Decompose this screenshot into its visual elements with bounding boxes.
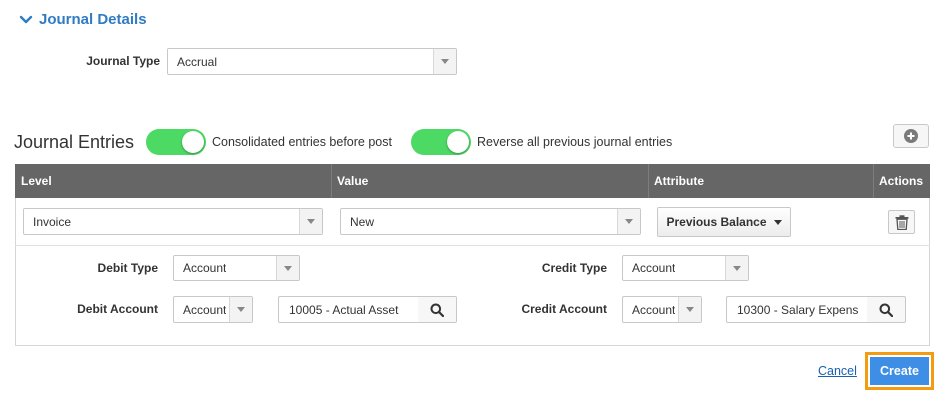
chevron-down-icon xyxy=(617,209,640,234)
chevron-down-icon xyxy=(725,256,748,280)
chevron-down-icon[interactable] xyxy=(18,12,34,28)
debit-account-label: Debit Account xyxy=(77,302,158,316)
credit-type-value: Account xyxy=(632,261,676,275)
credit-type-label: Credit Type xyxy=(541,261,607,275)
debit-account-search-button[interactable] xyxy=(418,296,457,323)
credit-type-select[interactable]: Account xyxy=(622,255,749,281)
reverse-toggle[interactable] xyxy=(411,129,471,155)
toggle-knob xyxy=(182,131,204,153)
header-actions: Actions xyxy=(879,174,924,188)
consolidated-toggle[interactable] xyxy=(146,129,206,155)
row-divider xyxy=(15,245,930,246)
section-title[interactable]: Journal Details xyxy=(39,11,147,28)
debit-type-select[interactable]: Account xyxy=(173,255,300,281)
add-entry-button[interactable] xyxy=(893,124,929,148)
journal-type-select[interactable]: Accrual xyxy=(167,48,457,75)
level-value: Invoice xyxy=(33,214,72,229)
header-divider xyxy=(331,164,332,198)
consolidated-toggle-label: Consolidated entries before post xyxy=(212,135,392,149)
debit-type-value: Account xyxy=(183,261,227,275)
toggle-knob xyxy=(447,131,469,153)
header-value: Value xyxy=(337,174,369,188)
chevron-down-icon xyxy=(678,297,701,322)
chevron-down-icon xyxy=(299,209,322,234)
attribute-button-label: Previous Balance xyxy=(666,215,767,229)
trash-icon xyxy=(895,214,908,230)
chevron-down-icon xyxy=(229,297,252,322)
chevron-down-icon xyxy=(433,49,456,74)
level-select[interactable]: Invoice xyxy=(23,208,323,235)
credit-account-select-value: Account xyxy=(632,302,676,317)
attribute-dropdown-button[interactable]: Previous Balance xyxy=(657,207,791,237)
value-select[interactable]: New xyxy=(340,208,641,235)
create-button[interactable]: Create xyxy=(870,357,929,385)
journal-entries-title: Journal Entries xyxy=(14,132,135,152)
journal-type-value: Accrual xyxy=(177,54,218,69)
credit-account-label: Credit Account xyxy=(521,302,607,316)
value-value: New xyxy=(350,214,375,229)
reverse-toggle-label: Reverse all previous journal entries xyxy=(477,135,673,149)
debit-type-label: Debit Type xyxy=(97,261,158,275)
debit-account-input[interactable]: 10005 - Actual Asset xyxy=(278,296,419,323)
credit-account-select[interactable]: Account xyxy=(622,296,702,323)
debit-account-value: 10005 - Actual Asset xyxy=(289,302,399,317)
header-attribute: Attribute xyxy=(654,174,704,188)
caret-down-icon xyxy=(773,219,782,225)
plus-circle-icon xyxy=(904,129,918,143)
create-button-focus-ring: Create xyxy=(865,352,934,390)
header-divider xyxy=(648,164,649,198)
debit-account-select-value: Account xyxy=(183,302,227,317)
cancel-link[interactable]: Cancel xyxy=(818,364,857,378)
search-icon xyxy=(430,303,444,317)
journal-type-label: Journal Type xyxy=(86,54,160,68)
credit-account-search-button[interactable] xyxy=(867,296,906,323)
credit-account-input[interactable]: 10300 - Salary Expens xyxy=(726,296,868,323)
delete-row-button[interactable] xyxy=(888,210,915,234)
header-divider xyxy=(873,164,874,198)
credit-account-value: 10300 - Salary Expens xyxy=(737,302,859,317)
table-header: Level Value Attribute Actions xyxy=(15,164,930,198)
debit-account-select[interactable]: Account xyxy=(173,296,253,323)
search-icon xyxy=(879,303,893,317)
header-level: Level xyxy=(21,174,52,188)
chevron-down-icon xyxy=(276,256,299,280)
